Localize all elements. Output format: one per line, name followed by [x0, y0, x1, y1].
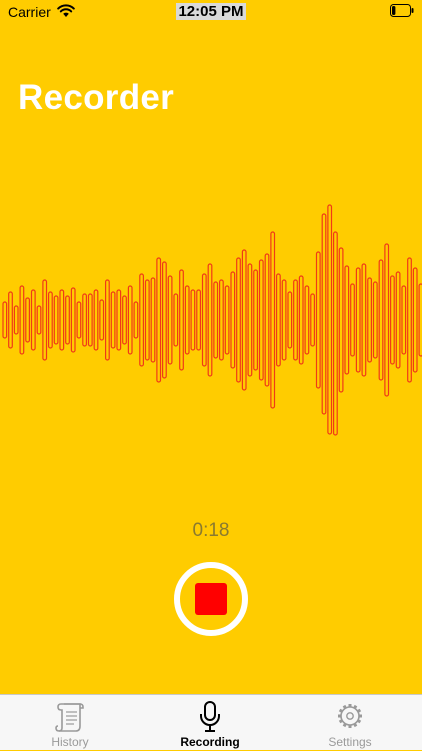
- waveform-bar: [293, 279, 298, 361]
- waveform-bar: [127, 285, 133, 355]
- waveform-bar: [350, 283, 355, 357]
- waveform-bar: [116, 289, 122, 351]
- waveform-bar: [184, 285, 190, 355]
- audio-waveform: [2, 204, 422, 436]
- waveform-bar: [230, 271, 236, 369]
- waveform-bar: [167, 275, 173, 365]
- waveform-bar: [82, 293, 88, 347]
- waveform-bar: [30, 289, 36, 351]
- waveform-bar: [327, 204, 333, 435]
- waveform-bar: [87, 293, 93, 347]
- waveform-bar: [344, 265, 350, 375]
- waveform-bar: [338, 247, 344, 393]
- waveform-bar: [407, 257, 412, 383]
- stop-icon: [195, 583, 227, 615]
- waveform-bar: [150, 277, 156, 363]
- waveform-bar: [70, 287, 76, 353]
- waveform-bar: [310, 293, 315, 347]
- waveform-bar: [372, 281, 378, 359]
- waveform-bar: [65, 295, 70, 345]
- waveform-bar: [19, 285, 25, 355]
- waveform-bar: [139, 273, 145, 367]
- microphone-icon: [200, 701, 220, 732]
- clock-text: 12:05 PM: [176, 3, 246, 20]
- waveform-bar: [367, 277, 372, 363]
- waveform-bar: [122, 295, 127, 345]
- tab-recording-label: Recording: [180, 735, 240, 749]
- waveform-bar: [253, 269, 259, 371]
- scroll-icon: [55, 703, 84, 732]
- waveform-bar: [236, 257, 241, 383]
- waveform-bar: [270, 231, 276, 409]
- waveform-bar: [59, 289, 65, 351]
- waveform-bar: [13, 305, 19, 335]
- tab-settings[interactable]: Settings: [280, 695, 420, 751]
- waveform-bar: [378, 259, 384, 381]
- waveform-bar: [355, 267, 361, 373]
- waveform-bar: [213, 281, 219, 359]
- waveform-bar: [384, 243, 390, 397]
- waveform-bar: [196, 289, 202, 351]
- waveform-bar: [190, 289, 196, 351]
- waveform-bar: [321, 213, 327, 415]
- waveform-bar: [179, 269, 184, 371]
- elapsed-time: 0:18: [192, 520, 230, 541]
- waveform-bar: [304, 285, 310, 355]
- tab-recording[interactable]: Recording: [140, 695, 280, 751]
- waveform-bar: [110, 291, 116, 349]
- battery-icon: [390, 4, 414, 17]
- waveform-bar: [93, 289, 99, 351]
- status-bar: Carrier 12:05 PM: [0, 0, 422, 24]
- waveform-bar: [333, 231, 338, 436]
- stop-recording-button[interactable]: [174, 562, 248, 636]
- waveform-bar: [53, 295, 59, 345]
- waveform-bar: [264, 253, 270, 387]
- waveform-bar: [219, 279, 224, 361]
- waveform-bar: [395, 271, 401, 369]
- waveform-bar: [133, 301, 139, 339]
- waveform-bar: [42, 279, 48, 361]
- gear-icon: [338, 704, 362, 728]
- waveform-bar: [104, 279, 110, 361]
- waveform-bar: [401, 285, 407, 355]
- waveform-bar: [2, 301, 8, 339]
- waveform-bar: [258, 259, 264, 381]
- waveform-bar: [201, 273, 207, 367]
- tab-settings-label: Settings: [328, 735, 372, 749]
- waveform-bar: [25, 297, 30, 343]
- tab-history[interactable]: History: [0, 695, 140, 751]
- tab-history-label: History: [51, 735, 89, 749]
- waveform-bar: [144, 279, 150, 361]
- clock: 12:05 PM: [0, 3, 422, 20]
- waveform-bar: [8, 291, 13, 349]
- waveform-bar: [276, 273, 281, 367]
- waveform-bar: [281, 279, 287, 361]
- waveform-bar: [224, 285, 230, 355]
- page-title: Recorder: [18, 78, 175, 117]
- waveform-bar: [298, 275, 304, 365]
- waveform-bar: [99, 299, 105, 341]
- waveform-bar: [162, 261, 167, 379]
- waveform-bar: [412, 267, 418, 373]
- waveform-bar: [247, 263, 253, 377]
- waveform-bar: [207, 263, 213, 377]
- waveform-bar: [36, 305, 42, 335]
- tab-bar: History Recording Settings: [0, 694, 422, 750]
- waveform-bar: [315, 251, 321, 389]
- waveform-bar: [390, 275, 395, 365]
- recorder-screen: Carrier 12:05 PM Recorder 0:18 History R…: [0, 0, 422, 750]
- waveform-bar: [361, 263, 367, 377]
- waveform-bar: [156, 257, 162, 383]
- waveform-bar: [173, 293, 179, 347]
- waveform-bar: [47, 291, 53, 349]
- waveform-bar: [287, 291, 293, 349]
- waveform-bar: [241, 249, 247, 391]
- waveform-bar: [76, 301, 82, 339]
